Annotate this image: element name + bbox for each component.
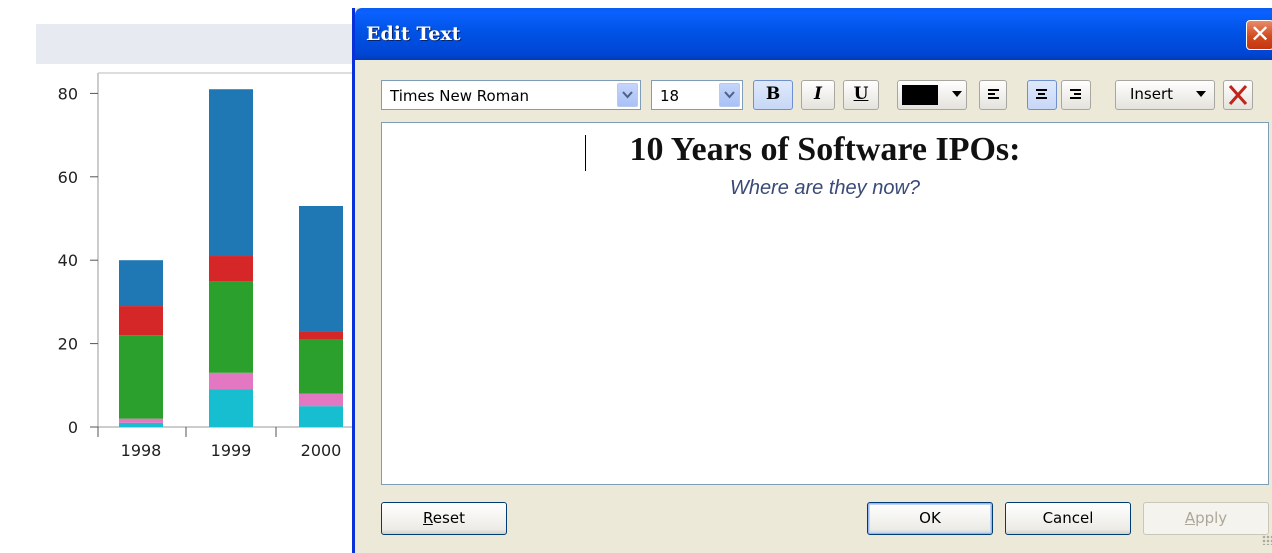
bar-segment: [209, 372, 253, 390]
font-family-select[interactable]: Times New Roman: [381, 80, 641, 110]
editor-subtitle-line: Where are they now?: [729, 177, 921, 199]
format-toolbar: Times New Roman 18 B I U Insert: [355, 60, 1272, 122]
y-tick-label: 0: [68, 418, 78, 437]
align-center-button[interactable]: [1027, 80, 1057, 110]
bar-segment: [299, 339, 343, 394]
text-editor[interactable]: 10 Years of Software IPOs: Where are the…: [381, 122, 1269, 485]
bar-segment: [299, 393, 343, 407]
ok-button[interactable]: OK: [867, 502, 993, 535]
cancel-button[interactable]: Cancel: [1005, 502, 1131, 535]
bar-segment: [209, 281, 253, 373]
insert-label: Insert: [1130, 85, 1174, 103]
bar-segment: [209, 89, 253, 257]
y-tick-label: 60: [58, 168, 78, 187]
bold-button[interactable]: B: [753, 80, 793, 110]
y-tick-label: 20: [58, 335, 78, 354]
bar-segment: [299, 406, 343, 427]
align-left-button[interactable]: [979, 80, 1007, 110]
stacked-bar-chart: 0 20 40 60 80 1998 1999 2000: [58, 72, 360, 460]
x-tick-label: 1999: [211, 441, 252, 460]
chevron-down-icon[interactable]: [617, 83, 638, 107]
dialog-titlebar[interactable]: Edit Text ✕: [355, 8, 1272, 60]
dropdown-arrow-icon: [952, 91, 962, 97]
reset-button[interactable]: Reset: [381, 502, 507, 535]
italic-button[interactable]: I: [801, 80, 835, 110]
bar-segment: [209, 389, 253, 427]
chevron-down-icon[interactable]: [719, 83, 740, 107]
text-color-picker[interactable]: [897, 80, 967, 110]
bar-segment: [119, 335, 163, 419]
x-tick-label: 1998: [121, 441, 162, 460]
bar-segment: [299, 331, 343, 340]
edit-text-dialog: Edit Text ✕ Times New Roman 18 B I U Ins…: [352, 8, 1272, 553]
close-icon: ✕: [1249, 20, 1271, 48]
font-size-select[interactable]: 18: [651, 80, 743, 110]
underline-button[interactable]: U: [843, 80, 879, 110]
font-size-value: 18: [660, 87, 680, 105]
color-swatch: [902, 85, 938, 105]
editor-title-line: 10 Years of Software IPOs:: [629, 131, 1021, 168]
bar-segment: [119, 260, 163, 307]
dialog-title: Edit Text: [366, 23, 461, 45]
bar-segment: [119, 418, 163, 423]
y-tick-label: 40: [58, 251, 78, 270]
dropdown-arrow-icon: [1196, 91, 1206, 97]
delete-button[interactable]: [1223, 80, 1253, 110]
x-tick-label: 2000: [301, 441, 342, 460]
insert-dropdown[interactable]: Insert: [1115, 80, 1215, 110]
delete-icon: [1228, 85, 1248, 105]
bar-segment: [119, 306, 163, 336]
close-button[interactable]: ✕: [1246, 20, 1272, 50]
bar-segment: [119, 422, 163, 427]
resize-grip-icon[interactable]: [1262, 535, 1272, 545]
align-right-icon: [1070, 89, 1081, 101]
bar-segment: [299, 205, 343, 332]
font-family-value: Times New Roman: [390, 87, 530, 105]
align-center-icon: [1036, 89, 1047, 101]
align-left-icon: [988, 89, 999, 101]
bar-segment: [209, 256, 253, 282]
align-right-button[interactable]: [1061, 80, 1091, 110]
y-tick-label: 80: [58, 84, 78, 103]
apply-button: Apply: [1143, 502, 1269, 535]
